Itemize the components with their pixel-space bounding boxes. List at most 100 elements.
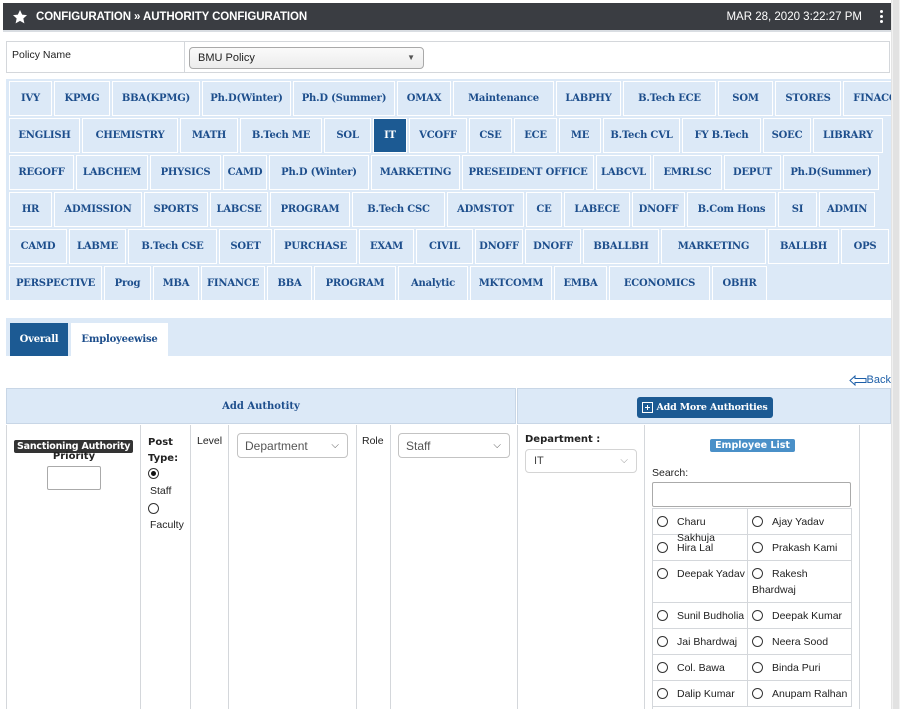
employee-search-input[interactable]: [652, 482, 851, 507]
department-button-b-tech-ece[interactable]: B.Tech ECE: [623, 81, 716, 116]
department-button-labphy[interactable]: LABPHY: [556, 81, 621, 116]
department-button-som[interactable]: SOM: [718, 81, 773, 116]
department-button-bba-kpmg[interactable]: BBA(KPMG): [112, 81, 200, 116]
employee-radio[interactable]: [657, 542, 668, 553]
department-button-dnoff[interactable]: DNOFF: [632, 192, 685, 227]
employee-option[interactable]: Dalip Kumar: [653, 681, 748, 707]
department-select[interactable]: IT ⌵: [525, 449, 637, 473]
department-button-program[interactable]: PROGRAM: [270, 192, 350, 227]
employee-radio[interactable]: [657, 662, 668, 673]
policy-select[interactable]: BMU Policy ▼: [189, 47, 424, 69]
department-button-it[interactable]: IT: [373, 118, 407, 153]
department-button-civil[interactable]: CIVIL: [416, 229, 473, 264]
department-button-regoff[interactable]: REGOFF: [9, 155, 74, 190]
department-button-labchem[interactable]: LABCHEM: [76, 155, 148, 190]
department-button-marketing[interactable]: MARKETING: [371, 155, 460, 190]
department-button-b-tech-cvl[interactable]: B.Tech CVL: [603, 118, 680, 153]
employee-radio[interactable]: [657, 688, 668, 699]
employee-option[interactable]: Jai Bhardwaj: [653, 629, 748, 655]
department-button-b-tech-me[interactable]: B.Tech ME: [240, 118, 322, 153]
department-button-math[interactable]: MATH: [180, 118, 238, 153]
department-button-vcoff[interactable]: VCOFF: [409, 118, 467, 153]
employee-radio[interactable]: [657, 636, 668, 647]
department-button-ops[interactable]: OPS: [841, 229, 889, 264]
department-button-labece[interactable]: LABECE: [564, 192, 630, 227]
department-button-si[interactable]: SI: [778, 192, 817, 227]
department-button-camd[interactable]: CAMD: [223, 155, 267, 190]
department-button-fy-b-tech[interactable]: FY B.Tech: [682, 118, 761, 153]
department-button-ballbh[interactable]: BALLBH: [768, 229, 839, 264]
department-button-labme[interactable]: LABME: [69, 229, 126, 264]
department-button-mktcomm[interactable]: MKTCOMM: [470, 266, 552, 301]
department-button-labcse[interactable]: LABCSE: [210, 192, 268, 227]
department-button-preseident-office[interactable]: PRESEIDENT OFFICE: [462, 155, 594, 190]
employee-option[interactable]: Deepak Yadav: [653, 561, 748, 603]
department-button-economics[interactable]: ECONOMICS: [609, 266, 710, 301]
department-button-emrlsc[interactable]: EMRLSC: [653, 155, 722, 190]
department-button-ece[interactable]: ECE: [514, 118, 557, 153]
role-select[interactable]: Staff ⌵: [398, 433, 510, 458]
department-button-dnoff[interactable]: DNOFF: [475, 229, 523, 264]
department-button-ce[interactable]: CE: [526, 192, 562, 227]
department-button-sports[interactable]: SPORTS: [144, 192, 208, 227]
department-button-purchase[interactable]: PURCHASE: [274, 229, 357, 264]
department-button-deput[interactable]: DEPUT: [724, 155, 781, 190]
department-button-ph-d-winter[interactable]: Ph.D (Winter): [269, 155, 369, 190]
employee-radio[interactable]: [752, 542, 763, 553]
employee-option[interactable]: Charu Sakhuja: [653, 509, 748, 544]
department-button-analytic[interactable]: Analytic: [398, 266, 468, 301]
department-button-admission[interactable]: ADMISSION: [54, 192, 142, 227]
department-button-maintenance[interactable]: Maintenance: [453, 81, 554, 116]
department-button-physics[interactable]: PHYSICS: [150, 155, 221, 190]
scrollbar[interactable]: [891, 0, 900, 709]
department-button-mba[interactable]: MBA: [153, 266, 199, 301]
department-button-bballbh[interactable]: BBALLBH: [583, 229, 659, 264]
department-button-hr[interactable]: HR: [9, 192, 52, 227]
employee-option[interactable]: Rakesh Bhardwaj: [748, 561, 852, 603]
department-button-soet[interactable]: SOET: [219, 229, 272, 264]
employee-option[interactable]: Anupam Ralhan: [748, 681, 852, 707]
department-button-ph-d-winter[interactable]: Ph.D(Winter): [202, 81, 291, 116]
department-button-camd[interactable]: CAMD: [9, 229, 67, 264]
employee-option[interactable]: Binda Puri: [748, 655, 852, 681]
department-button-marketing[interactable]: MARKETING: [661, 229, 766, 264]
department-button-dnoff[interactable]: DNOFF: [525, 229, 581, 264]
department-button-exam[interactable]: EXAM: [359, 229, 414, 264]
employee-radio[interactable]: [657, 610, 668, 621]
department-button-omax[interactable]: OMAX: [397, 81, 451, 116]
department-button-finance[interactable]: FINANCE: [201, 266, 265, 301]
department-button-admstot[interactable]: ADMSTOT: [447, 192, 524, 227]
star-icon[interactable]: [12, 9, 28, 25]
back-link[interactable]: Back: [848, 374, 891, 386]
department-button-program[interactable]: PROGRAM: [314, 266, 396, 301]
department-button-kpmg[interactable]: KPMG: [54, 81, 110, 116]
department-button-emba[interactable]: EMBA: [554, 266, 607, 301]
department-button-b-com-hons[interactable]: B.Com Hons: [687, 192, 776, 227]
staff-radio[interactable]: [148, 468, 159, 479]
level-select[interactable]: Department ⌵: [237, 433, 348, 458]
employee-radio[interactable]: [752, 662, 763, 673]
faculty-radio[interactable]: [148, 503, 159, 514]
department-button-ivy[interactable]: IVY: [9, 81, 52, 116]
department-button-b-tech-csc[interactable]: B.Tech CSC: [352, 192, 445, 227]
department-button-soec[interactable]: SOEC: [763, 118, 811, 153]
employee-radio[interactable]: [752, 516, 763, 527]
department-button-ph-d-summer[interactable]: Ph.D(Summer): [783, 155, 879, 190]
priority-input[interactable]: [47, 466, 101, 490]
department-button-obhr[interactable]: OBHR: [712, 266, 767, 301]
add-more-authorities-button[interactable]: Add More Authorities: [637, 397, 773, 418]
department-button-chemistry[interactable]: CHEMISTRY: [82, 118, 178, 153]
department-button-sol[interactable]: SOL: [324, 118, 371, 153]
department-button-bba[interactable]: BBA: [267, 266, 312, 301]
employee-radio[interactable]: [752, 610, 763, 621]
department-button-prog[interactable]: Prog: [104, 266, 151, 301]
department-button-stores[interactable]: STORES: [775, 81, 841, 116]
employee-option[interactable]: Prakash Kami: [748, 535, 852, 561]
employee-option[interactable]: Sunil Budholia: [653, 603, 748, 629]
scrollbar-thumb[interactable]: [893, 0, 899, 709]
employee-option[interactable]: Neera Sood: [748, 629, 852, 655]
tab-overall[interactable]: Overall: [10, 323, 68, 356]
department-button-english[interactable]: ENGLISH: [9, 118, 80, 153]
employee-option[interactable]: Hira Lal: [653, 535, 748, 561]
department-button-cse[interactable]: CSE: [469, 118, 512, 153]
